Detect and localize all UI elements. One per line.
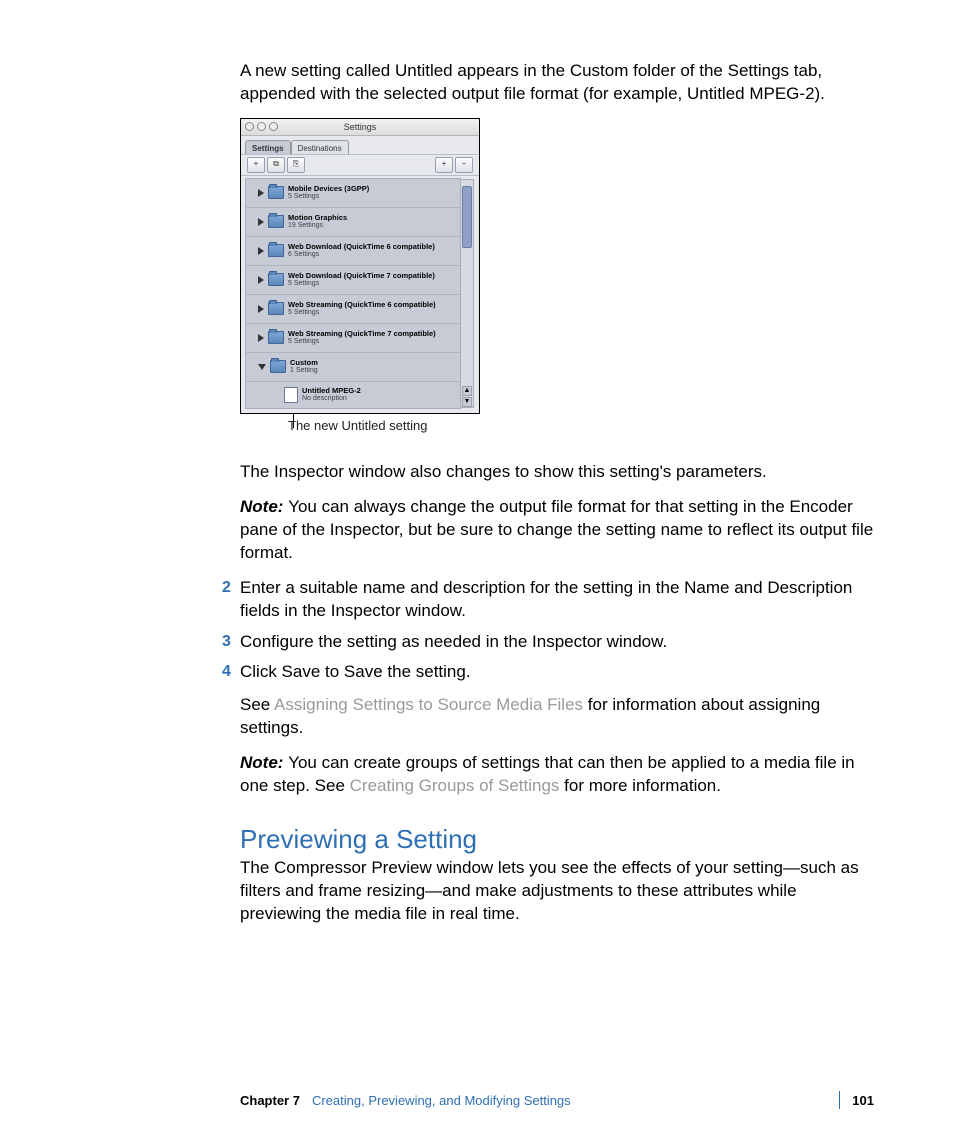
row-subtitle: 5 Settings [288,193,369,200]
window-title: Settings [344,122,377,132]
note-label: Note: [240,497,283,516]
settings-list: ▲ ▼ Mobile Devices (3GPP)5 Settings Moti… [245,178,461,409]
chapter-title: Creating, Previewing, and Modifying Sett… [312,1093,827,1108]
scrollbar[interactable]: ▲ ▼ [460,179,474,408]
list-item[interactable]: Mobile Devices (3GPP)5 Settings [246,179,460,208]
page-footer: Chapter 7 Creating, Previewing, and Modi… [240,1091,874,1109]
close-icon[interactable] [245,122,254,131]
row-subtitle: 1 Setting [290,367,318,374]
row-title: Web Streaming (QuickTime 6 compatible) [288,301,436,309]
folder-icon [268,215,284,228]
body-paragraph: The Inspector window also changes to sho… [240,461,874,484]
chapter-label: Chapter 7 [240,1093,300,1108]
folder-icon [268,302,284,315]
step-number: 2 [222,577,231,599]
new-group-button[interactable]: ⧉ [267,157,285,173]
row-subtitle: 19 Settings [288,222,347,229]
note-paragraph: Note: You can always change the output f… [240,496,874,565]
figure-caption: The new Untitled setting [288,418,874,433]
disclosure-icon[interactable] [258,305,264,313]
folder-icon [268,331,284,344]
note-paragraph: Note: You can create groups of settings … [240,752,874,798]
step-text: Enter a suitable name and description fo… [240,578,852,620]
row-subtitle: 5 Settings [288,338,436,345]
callout-line [293,414,294,428]
row-title: Mobile Devices (3GPP) [288,185,369,193]
tab-settings[interactable]: Settings [245,140,291,154]
disclosure-icon[interactable] [258,189,264,197]
scroll-up-icon[interactable]: ▲ [462,386,472,396]
step-number: 3 [222,631,231,653]
link-creating-groups[interactable]: Creating Groups of Settings [350,776,560,795]
row-title: Web Download (QuickTime 6 compatible) [288,243,435,251]
disclosure-icon[interactable] [258,247,264,255]
note-text: You can always change the output file fo… [240,497,873,562]
add-button[interactable]: + [435,157,453,173]
setting-icon [284,387,298,403]
minimize-icon[interactable] [257,122,266,131]
settings-window: Settings Settings Destinations + ⧉ ⎘ + −… [240,118,480,414]
intro-paragraph: A new setting called Untitled appears in… [240,60,874,106]
disclosure-icon[interactable] [258,218,264,226]
folder-icon [268,186,284,199]
row-subtitle: 5 Settings [288,309,436,316]
page-number: 101 [852,1093,874,1108]
list-item[interactable]: Web Streaming (QuickTime 6 compatible)5 … [246,295,460,324]
row-subtitle: No description [302,395,361,402]
section-heading: Previewing a Setting [240,824,874,855]
zoom-icon[interactable] [269,122,278,131]
section-body: The Compressor Preview window lets you s… [240,857,874,926]
folder-icon [268,244,284,257]
scroll-down-icon[interactable]: ▼ [462,397,472,407]
row-title: Custom [290,359,318,367]
folder-icon [268,273,284,286]
disclosure-open-icon[interactable] [258,364,266,370]
list-item-custom[interactable]: Custom1 Setting [246,353,460,382]
list-item-untitled[interactable]: Untitled MPEG-2No description [246,382,460,408]
window-titlebar: Settings [241,119,479,136]
step-4: 4Click Save to Save the setting. [240,661,874,684]
row-title: Untitled MPEG-2 [302,387,361,395]
step-3: 3Configure the setting as needed in the … [240,631,874,654]
disclosure-icon[interactable] [258,334,264,342]
tab-destinations[interactable]: Destinations [291,140,349,154]
row-subtitle: 6 Settings [288,251,435,258]
list-item[interactable]: Web Download (QuickTime 7 compatible)5 S… [246,266,460,295]
step-text: Click Save to Save the setting. [240,662,471,681]
row-title: Motion Graphics [288,214,347,222]
remove-button[interactable]: − [455,157,473,173]
step-number: 4 [222,661,231,683]
step-2: 2Enter a suitable name and description f… [240,577,874,623]
row-subtitle: 5 Settings [288,280,435,287]
disclosure-icon[interactable] [258,276,264,284]
new-setting-button[interactable]: + [247,157,265,173]
step-text: Configure the setting as needed in the I… [240,632,667,651]
footer-divider [839,1091,840,1109]
list-item[interactable]: Web Streaming (QuickTime 7 compatible)5 … [246,324,460,353]
link-assigning-settings[interactable]: Assigning Settings to Source Media Files [274,695,583,714]
row-title: Web Streaming (QuickTime 7 compatible) [288,330,436,338]
see-also-paragraph: See Assigning Settings to Source Media F… [240,694,874,740]
row-title: Web Download (QuickTime 7 compatible) [288,272,435,280]
duplicate-button[interactable]: ⎘ [287,157,305,173]
note-label: Note: [240,753,283,772]
folder-icon [270,360,286,373]
list-item[interactable]: Motion Graphics19 Settings [246,208,460,237]
list-item[interactable]: Web Download (QuickTime 6 compatible)6 S… [246,237,460,266]
scroll-thumb[interactable] [462,186,472,248]
